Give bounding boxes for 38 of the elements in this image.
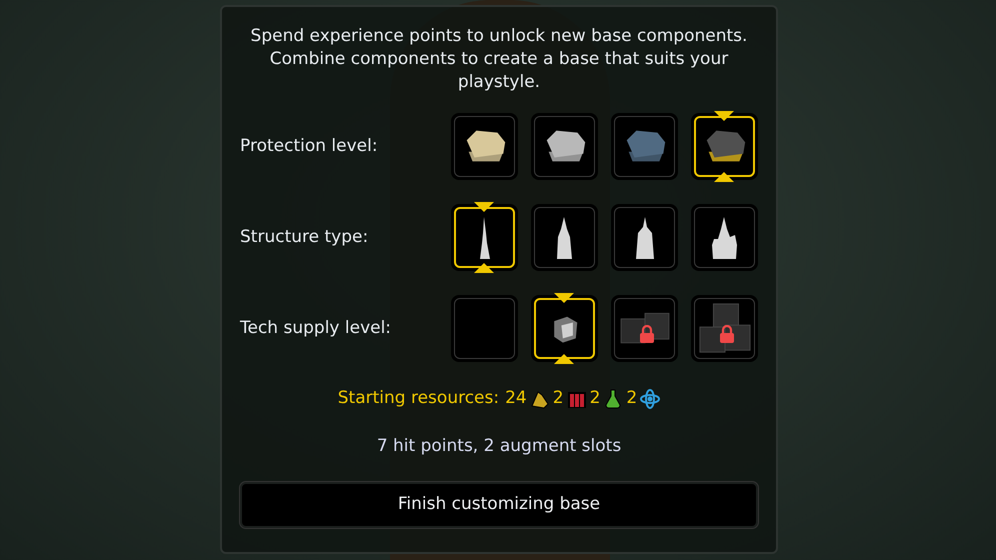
intro-text: Spend experience points to unlock new base components. Combine components to create a base that suits your playstyle. [250,25,748,94]
rock-icon [530,388,550,409]
resource-amount: 2 [590,387,600,410]
option-tile[interactable] [611,204,678,271]
resource-amount: 2 [626,387,638,410]
row-label: Protection level: [240,134,379,158]
resource-amount: 24 [505,387,527,410]
tower-icon [636,216,654,258]
tower-icon [712,216,737,258]
option-tile[interactable] [691,295,758,362]
selection-triangle-icon [554,354,574,364]
resource-amount: 2 [552,387,564,410]
option-tile[interactable] [691,204,758,271]
row-label: Tech supply level: [240,316,392,340]
option-tile[interactable] [451,113,518,180]
option-tile[interactable] [531,113,598,180]
option-tile[interactable] [531,295,598,362]
finish-button[interactable]: Finish customizing base [240,482,758,528]
atom-icon [640,388,660,409]
padlock-icon [639,325,655,343]
selection-triangle-icon [714,111,734,121]
row-label: Structure type: [240,226,370,249]
tower-icon [480,216,490,258]
option-tile[interactable] [611,295,678,362]
selection-triangle-icon [474,202,494,212]
option-tile[interactable] [691,113,758,180]
selection-triangle-icon [474,263,494,273]
selection-triangle-icon [714,172,734,182]
tower-icon [557,216,572,258]
flask-icon [603,388,624,409]
resources-label: Starting resources: [338,387,500,410]
option-tile[interactable] [451,204,518,271]
option-tile[interactable] [531,204,598,271]
option-tile[interactable] [611,113,678,180]
option-tile[interactable] [451,295,518,362]
padlock-icon [719,325,735,343]
stats-text: 7 hit points, 2 augment slots [376,434,622,458]
selection-triangle-icon [554,293,574,303]
